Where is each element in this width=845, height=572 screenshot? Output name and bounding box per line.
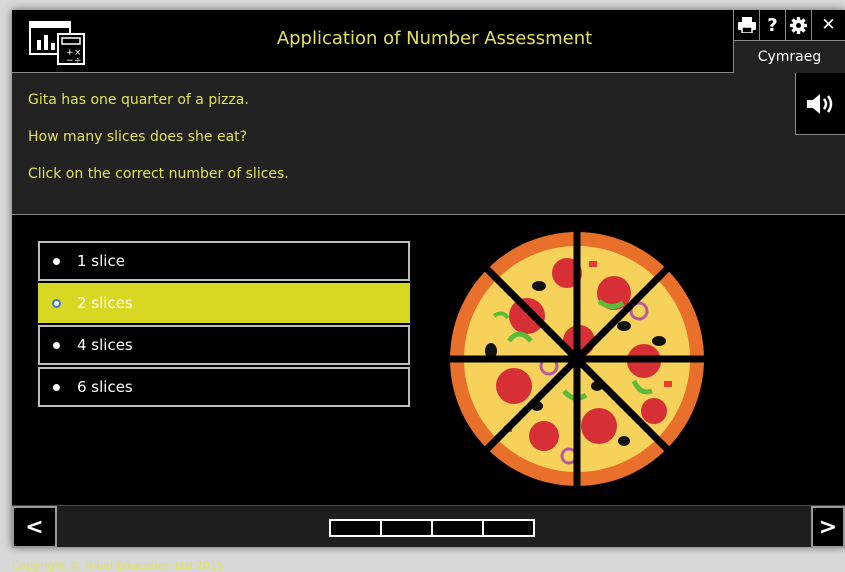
header-bar: + × − ÷ Application of Number Assessment… [12,10,845,73]
option-4-slices[interactable]: 4 slices [38,325,410,365]
close-icon: ✕ [821,15,836,35]
option-1-slice[interactable]: 1 slice [38,241,410,281]
assessment-window: + × − ÷ Application of Number Assessment… [12,10,845,548]
radio-icon [53,341,60,349]
question-text: Gita has one quarter of a pizza. [28,92,249,108]
radio-selected-icon [52,298,61,308]
radio-icon [53,257,60,265]
settings-button[interactable] [785,10,811,41]
option-label: 2 slices [77,294,133,312]
pizza-slice-cuts [449,231,705,487]
print-icon [737,17,756,33]
option-label: 4 slices [77,336,133,354]
help-button[interactable]: ? [759,10,785,41]
toolbar: ? ✕ Cymraeg [733,10,845,73]
print-button[interactable] [733,10,759,41]
progress-segment [431,519,484,537]
option-2-slices[interactable]: 2 slices [38,283,410,323]
progress-segment [482,519,535,537]
question-prompt: How many slices does she eat? [28,129,248,145]
previous-button[interactable]: < [12,506,57,548]
page-title: Application of Number Assessment [276,28,593,49]
close-button[interactable]: ✕ [811,10,845,41]
audio-button[interactable] [795,73,845,135]
radio-icon [53,383,60,391]
progress-indicator [329,519,542,537]
question-instruction: Click on the correct number of slices. [28,166,289,182]
settings-icon [790,16,807,34]
copyright-text: Copyright © Tribal Education Ltd 2015 [12,559,224,572]
option-6-slices[interactable]: 6 slices [38,367,410,407]
navigation-bar: < > [12,505,845,548]
svg-text:−: − [66,56,74,66]
speaker-icon [806,93,832,114]
help-icon: ? [767,14,778,36]
option-label: 6 slices [77,378,133,396]
option-label: 1 slice [77,252,125,270]
progress-segment [329,519,382,537]
calculator-chart-logo-icon: + × − ÷ [29,21,85,66]
next-button[interactable]: > [811,506,845,548]
pizza-image [449,231,705,487]
svg-text:÷: ÷ [74,56,82,66]
progress-segment [380,519,433,537]
language-toggle-button[interactable]: Cymraeg [733,41,845,73]
question-panel: Gita has one quarter of a pizza. How man… [12,73,845,215]
